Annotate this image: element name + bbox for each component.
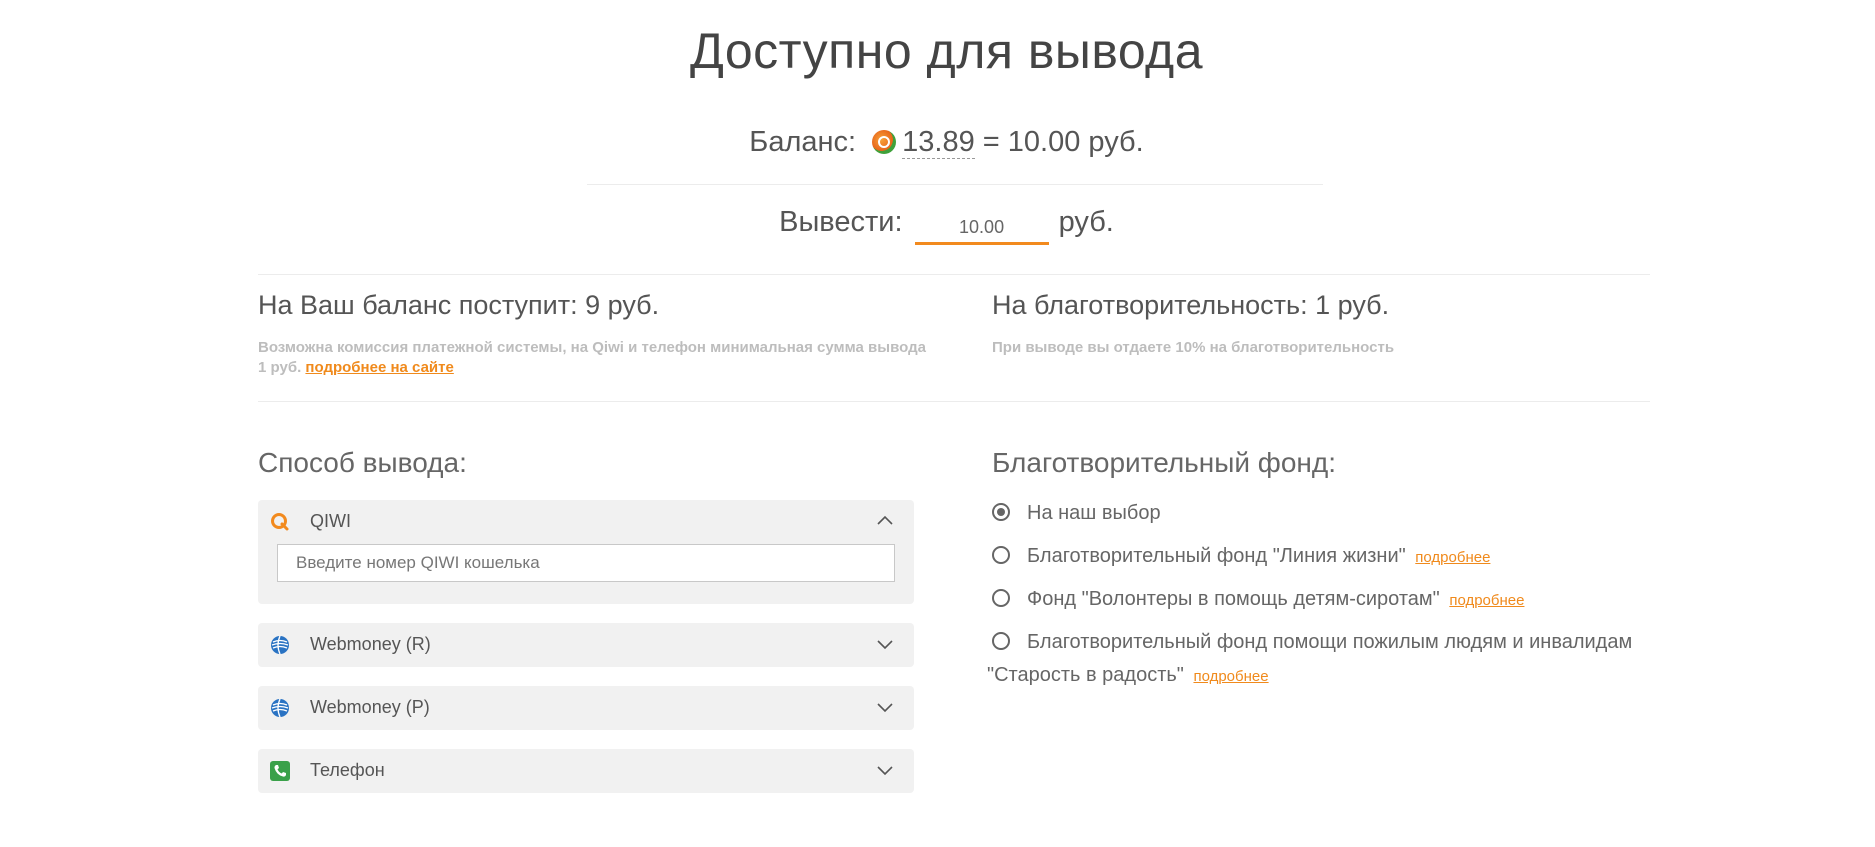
balance-row: Баланс: 13.89 = 10.00 руб. xyxy=(0,126,1875,159)
divider xyxy=(587,184,1323,185)
fund-option-label: На наш выбор xyxy=(1027,502,1161,524)
balance-label: Баланс: xyxy=(749,126,857,158)
fund-option-elderly[interactable]: Благотворительный фонд помощи пожилым лю… xyxy=(992,631,1632,654)
radio[interactable] xyxy=(992,589,1010,607)
qiwi-icon xyxy=(271,513,289,531)
method-qiwi: QIWI Введите номер QIWI кошелька xyxy=(258,500,914,604)
page-title: Доступно для вывода xyxy=(689,23,1204,79)
divider xyxy=(258,274,1650,275)
more-link[interactable]: подробнее xyxy=(1415,549,1490,566)
phone-icon xyxy=(270,761,290,781)
fund-option-label: "Старость в радость" xyxy=(987,664,1184,686)
radio[interactable] xyxy=(992,632,1010,650)
qiwi-wallet-input[interactable]: Введите номер QIWI кошелька xyxy=(277,544,895,582)
withdraw-amount-input[interactable]: 10.00 xyxy=(914,217,1049,245)
method-qiwi-header[interactable]: QIWI xyxy=(258,500,914,544)
fund-option-elderly-line2: "Старость в радость" подробнее xyxy=(987,664,1269,687)
fund-option-label: Фонд "Волонтеры в помощь детям-сиротам" xyxy=(1027,588,1440,610)
fund-option-our-choice[interactable]: На наш выбор xyxy=(992,502,1161,525)
fund-option-label: Благотворительный фонд помощи пожилым лю… xyxy=(1027,631,1633,653)
balance-rub-value: = 10.00 руб. xyxy=(982,126,1144,158)
coin-icon xyxy=(872,130,897,154)
withdraw-row: Вывести: 10.00 руб. xyxy=(0,206,1875,245)
more-on-site-link[interactable]: подробнее на сайте xyxy=(305,359,453,376)
more-link[interactable]: подробнее xyxy=(1193,668,1268,685)
method-phone[interactable]: Телефон xyxy=(258,749,914,793)
method-label: Webmoney (P) xyxy=(310,697,430,717)
chevron-down-icon[interactable] xyxy=(876,635,894,653)
method-label: Webmoney (R) xyxy=(310,634,431,654)
balance-summary-title: На Ваш баланс поступит: 9 руб. xyxy=(258,290,660,320)
webmoney-icon xyxy=(271,698,289,718)
method-webmoney-r[interactable]: Webmoney (R) xyxy=(258,623,914,667)
charity-summary-note: При выводе вы отдаете 10% на благотворит… xyxy=(992,339,1395,356)
coin-amount[interactable]: 13.89 xyxy=(902,126,975,159)
method-webmoney-p[interactable]: Webmoney (P) xyxy=(258,686,914,730)
divider xyxy=(258,401,1650,402)
radio-selected[interactable] xyxy=(992,503,1010,521)
balance-summary-note: Возможна комиссия платежной системы, на … xyxy=(258,338,938,378)
fund-option-life-line[interactable]: Благотворительный фонд "Линия жизни" под… xyxy=(992,545,1490,568)
fund-option-label: Благотворительный фонд "Линия жизни" xyxy=(1027,545,1406,567)
methods-title: Способ вывода: xyxy=(258,447,467,478)
method-label: QIWI xyxy=(310,511,351,531)
radio[interactable] xyxy=(992,546,1010,564)
funds-title: Благотворительный фонд: xyxy=(992,447,1336,478)
withdraw-label: Вывести: xyxy=(779,206,903,238)
charity-summary-title: На благотворительность: 1 руб. xyxy=(992,290,1390,320)
chevron-down-icon[interactable] xyxy=(876,698,894,716)
withdraw-currency: руб. xyxy=(1058,206,1114,238)
more-link[interactable]: подробнее xyxy=(1449,592,1524,609)
chevron-down-icon[interactable] xyxy=(876,761,894,779)
method-label: Телефон xyxy=(310,760,385,780)
fund-option-volunteers[interactable]: Фонд "Волонтеры в помощь детям-сиротам" … xyxy=(992,588,1524,611)
chevron-up-icon[interactable] xyxy=(876,512,894,530)
webmoney-icon xyxy=(271,635,289,655)
